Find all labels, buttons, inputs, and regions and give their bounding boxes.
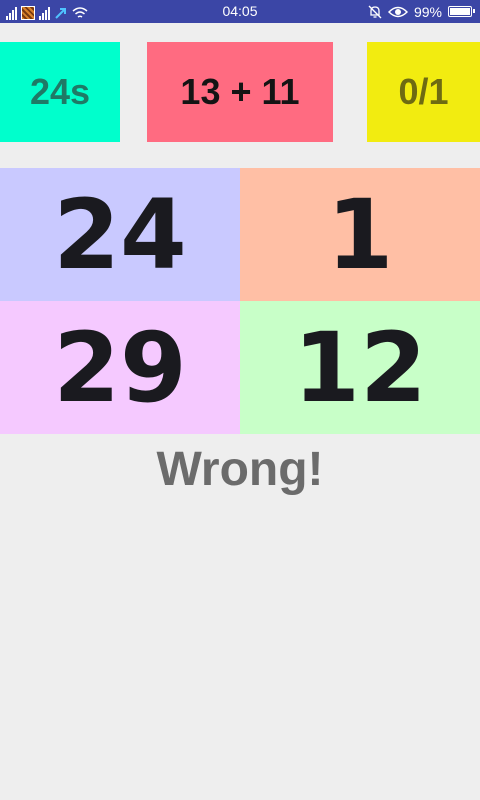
battery-fill [450, 8, 470, 15]
answer-button-4[interactable]: 12 [240, 301, 480, 434]
question-display: 13 + 11 [147, 42, 333, 142]
answer-button-1[interactable]: 24 [0, 168, 240, 301]
status-right-icons: 99% [368, 3, 475, 20]
answer-button-2[interactable]: 1 [240, 168, 480, 301]
feedback-message: Wrong! [156, 443, 324, 496]
score-display: 0/1 [367, 42, 480, 142]
mute-bell-icon [368, 5, 382, 18]
battery-icon [448, 6, 475, 17]
answer-grid: 24 1 29 12 [0, 168, 480, 434]
answer-button-3[interactable]: 29 [0, 301, 240, 434]
battery-percent: 99% [413, 3, 442, 20]
eye-icon [387, 6, 408, 17]
status-bar: 04:05 99% [0, 0, 480, 23]
timer-display: 24s [0, 42, 120, 142]
